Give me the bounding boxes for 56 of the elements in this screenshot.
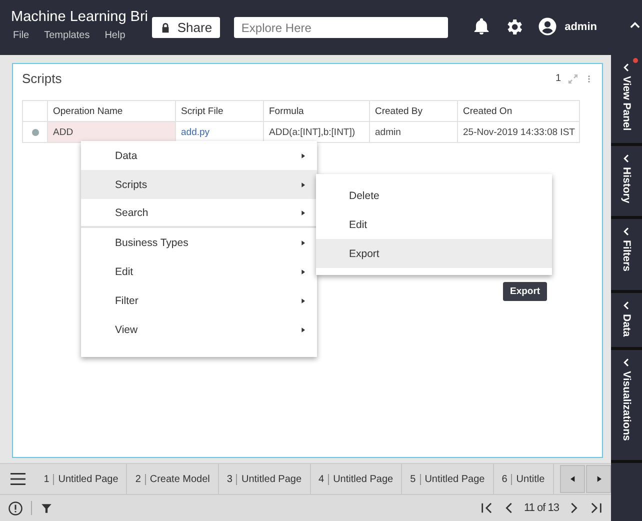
notification-dot bbox=[633, 58, 638, 63]
table-cell: 25-Nov-2019 14:33:08 IST bbox=[458, 122, 580, 142]
table-cell: ADD bbox=[48, 122, 176, 142]
submenu-arrow-icon[interactable] bbox=[299, 208, 307, 216]
more-icon[interactable] bbox=[585, 72, 593, 84]
table-cell: admin bbox=[370, 122, 458, 142]
context-menu-item[interactable]: Data bbox=[81, 141, 317, 170]
side-panel-tab[interactable]: Visualizations bbox=[611, 350, 642, 460]
side-panel-tab[interactable]: Data bbox=[611, 292, 642, 346]
chevron-left-icon[interactable] bbox=[622, 358, 631, 366]
side-panel-tab[interactable]: View Panel bbox=[611, 55, 642, 143]
submenu-arrow-icon[interactable] bbox=[299, 180, 307, 188]
menu-item[interactable]: Help bbox=[104, 30, 126, 41]
last-page-icon[interactable] bbox=[589, 501, 603, 515]
chevron-left-icon[interactable] bbox=[622, 154, 631, 163]
side-panel-tab[interactable]: Filters bbox=[611, 219, 642, 290]
submenu-item[interactable]: Edit bbox=[316, 210, 552, 239]
menu-icon[interactable] bbox=[8, 470, 28, 488]
submenu-arrow-icon[interactable] bbox=[299, 296, 307, 304]
submenu-arrow-icon[interactable] bbox=[299, 268, 307, 276]
panel-title: Scripts bbox=[22, 71, 63, 86]
side-panel-tab[interactable]: History bbox=[611, 146, 642, 216]
menu-item[interactable]: Templates bbox=[44, 30, 90, 41]
submenu-arrow-icon[interactable] bbox=[299, 326, 307, 334]
submenu-item[interactable]: Export bbox=[316, 239, 552, 268]
context-menu-item[interactable]: Scripts bbox=[81, 170, 317, 199]
chevron-left-icon[interactable] bbox=[622, 227, 631, 236]
share-button[interactable]: Share bbox=[152, 17, 220, 38]
context-menu-item[interactable]: View bbox=[81, 315, 317, 344]
menu-item[interactable]: File bbox=[13, 30, 30, 41]
search-field[interactable]: Explore Here bbox=[234, 17, 448, 38]
submenu-item[interactable]: Delete bbox=[316, 181, 552, 210]
record-count: 1 bbox=[555, 73, 561, 84]
row-radio[interactable] bbox=[32, 128, 38, 136]
user-avatar-icon[interactable] bbox=[536, 16, 558, 37]
submenu-arrow-icon[interactable] bbox=[299, 152, 307, 160]
column-header[interactable]: Created On bbox=[458, 100, 580, 122]
bell-icon[interactable] bbox=[472, 17, 491, 36]
chevron-left-icon[interactable] bbox=[622, 63, 631, 72]
column-header[interactable]: Created By bbox=[370, 100, 458, 122]
first-page-icon[interactable] bbox=[480, 501, 494, 515]
context-menu-item[interactable]: Business Types bbox=[81, 228, 317, 257]
submenu-arrow-icon[interactable] bbox=[299, 238, 307, 246]
column-header[interactable]: Script File bbox=[176, 100, 264, 122]
context-menu-item[interactable]: Filter bbox=[81, 286, 317, 315]
context-menu-item[interactable]: Edit bbox=[81, 257, 317, 286]
column-header[interactable]: Formula bbox=[264, 100, 370, 122]
alert-circle-icon[interactable] bbox=[8, 500, 23, 516]
page-counter: 11 of 13 bbox=[524, 502, 559, 514]
app-title: Machine Learning Bri bbox=[11, 9, 148, 25]
chevron-left-icon[interactable] bbox=[622, 300, 631, 310]
filter-icon[interactable] bbox=[40, 502, 53, 514]
column-header[interactable]: Operation Name bbox=[48, 100, 176, 122]
user-name[interactable]: admin bbox=[564, 20, 597, 32]
tooltip: Export bbox=[503, 282, 548, 301]
lock-icon bbox=[160, 22, 172, 34]
